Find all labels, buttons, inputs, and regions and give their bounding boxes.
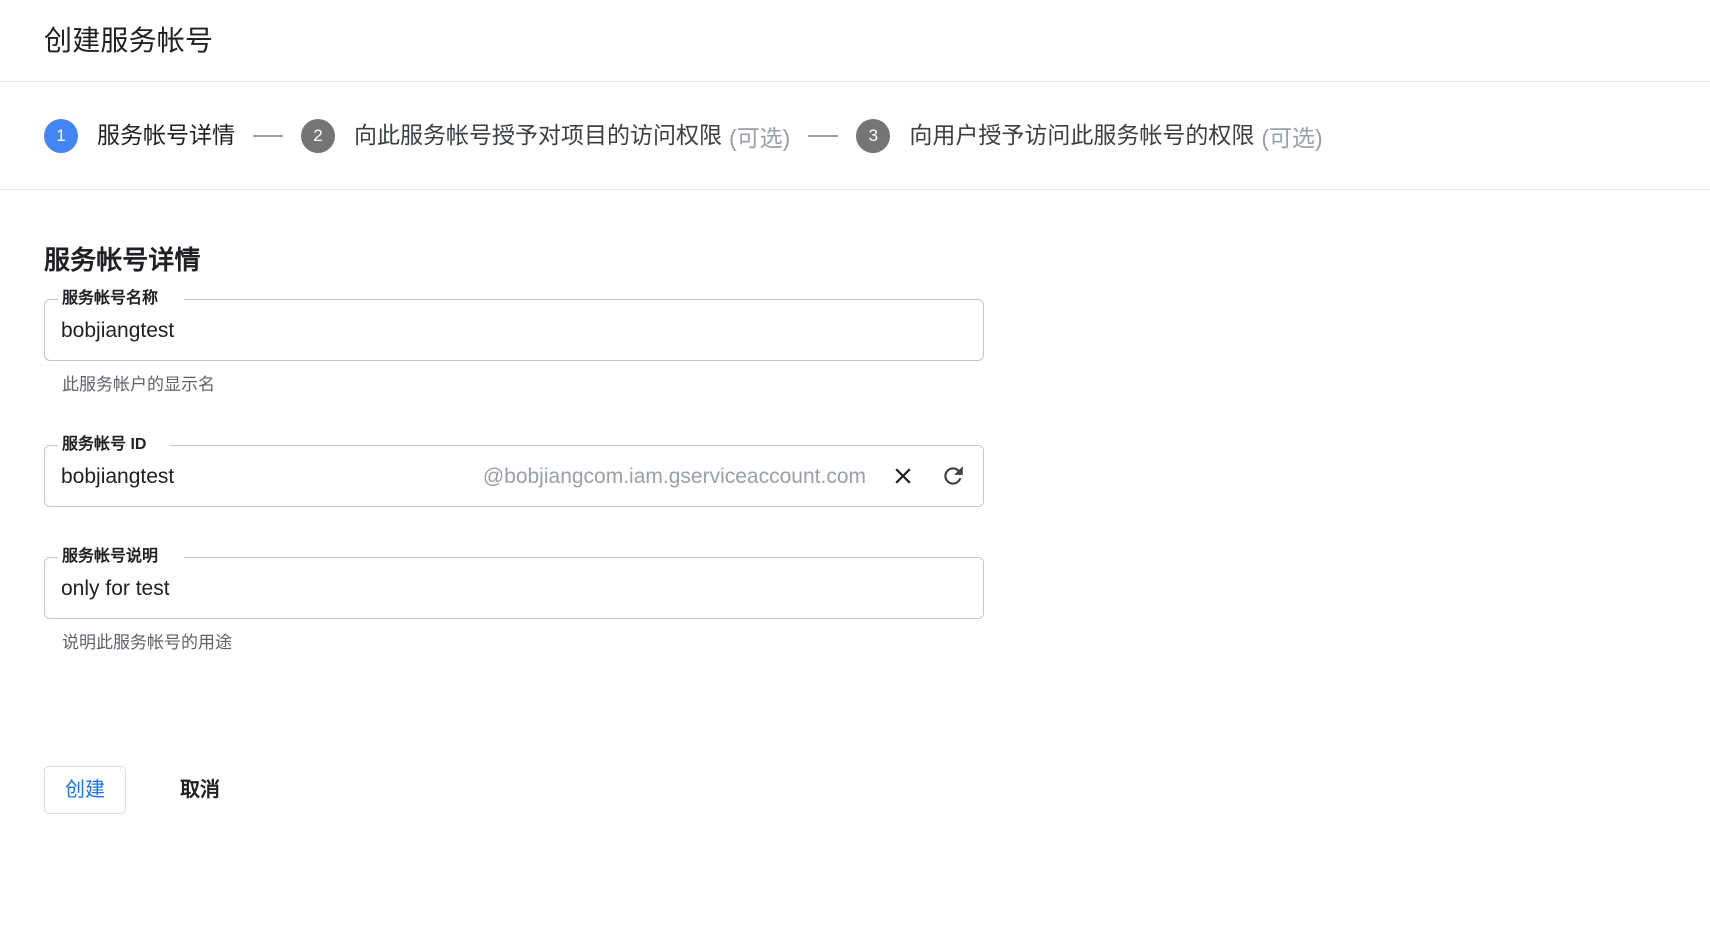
service-account-name-label: 服务帐号名称: [58, 289, 163, 309]
service-account-description-helper: 说明此服务帐号的用途: [62, 633, 232, 653]
step-3-label: 向用户授予访问此服务帐号的权限: [909, 122, 1255, 148]
step-2-label: 向此服务帐号授予对项目的访问权限: [354, 122, 722, 148]
step-1-number-badge: 1: [44, 118, 78, 153]
service-account-name-input[interactable]: bobjiangtest: [61, 320, 174, 341]
service-account-description-field[interactable]: 服务帐号说明 only for test: [44, 547, 984, 620]
section-title: 服务帐号详情: [44, 245, 201, 275]
id-field-actions: [888, 461, 968, 491]
wizard-stepper: 1 服务帐号详情 2 向此服务帐号授予对项目的访问权限 (可选) 3 向用户授予…: [0, 82, 1710, 190]
main-content: 服务帐号详情 服务帐号名称 bobjiangtest 此服务帐户的显示名 服务帐…: [0, 190, 1710, 814]
step-3-grant-user-access[interactable]: 3 向用户授予访问此服务帐号的权限 (可选): [856, 118, 1323, 153]
step-1-service-account-details[interactable]: 1 服务帐号详情: [44, 118, 235, 153]
cancel-button[interactable]: 取消: [160, 767, 240, 813]
service-account-id-input[interactable]: bobjiangtest: [61, 466, 174, 487]
page-header: 创建服务帐号: [0, 0, 1710, 82]
service-account-id-field[interactable]: 服务帐号 ID bobjiangtest @bobjiangcom.iam.gs…: [44, 435, 984, 508]
service-account-name-field-block: 服务帐号名称 bobjiangtest 此服务帐户的显示名: [44, 289, 1710, 395]
close-icon[interactable]: [888, 461, 918, 491]
step-2-optional-tag: (可选): [729, 124, 791, 151]
step-3-optional-tag: (可选): [1261, 124, 1323, 151]
step-separator-2: [808, 134, 839, 137]
create-button[interactable]: 创建: [44, 765, 126, 814]
service-account-name-field[interactable]: 服务帐号名称 bobjiangtest: [44, 289, 984, 361]
service-account-id-field-block: 服务帐号 ID bobjiangtest @bobjiangcom.iam.gs…: [44, 435, 1710, 508]
form-actions: 创建 取消: [44, 765, 1710, 814]
refresh-icon[interactable]: [938, 461, 968, 491]
service-account-description-input[interactable]: only for test: [61, 578, 170, 599]
step-2-grant-project-access[interactable]: 2 向此服务帐号授予对项目的访问权限 (可选): [301, 118, 791, 153]
step-3-number-badge: 3: [856, 118, 891, 153]
service-account-name-helper: 此服务帐户的显示名: [62, 375, 215, 394]
service-account-id-domain-suffix: @bobjiangcom.iam.gserviceaccount.com: [482, 464, 866, 488]
step-1-label: 服务帐号详情: [97, 122, 235, 148]
step-separator-1: [253, 134, 283, 137]
service-account-description-field-block: 服务帐号说明 only for test 说明此服务帐号的用途: [44, 547, 1710, 653]
page-title: 创建服务帐号: [44, 24, 214, 56]
step-2-number-badge: 2: [301, 118, 335, 153]
